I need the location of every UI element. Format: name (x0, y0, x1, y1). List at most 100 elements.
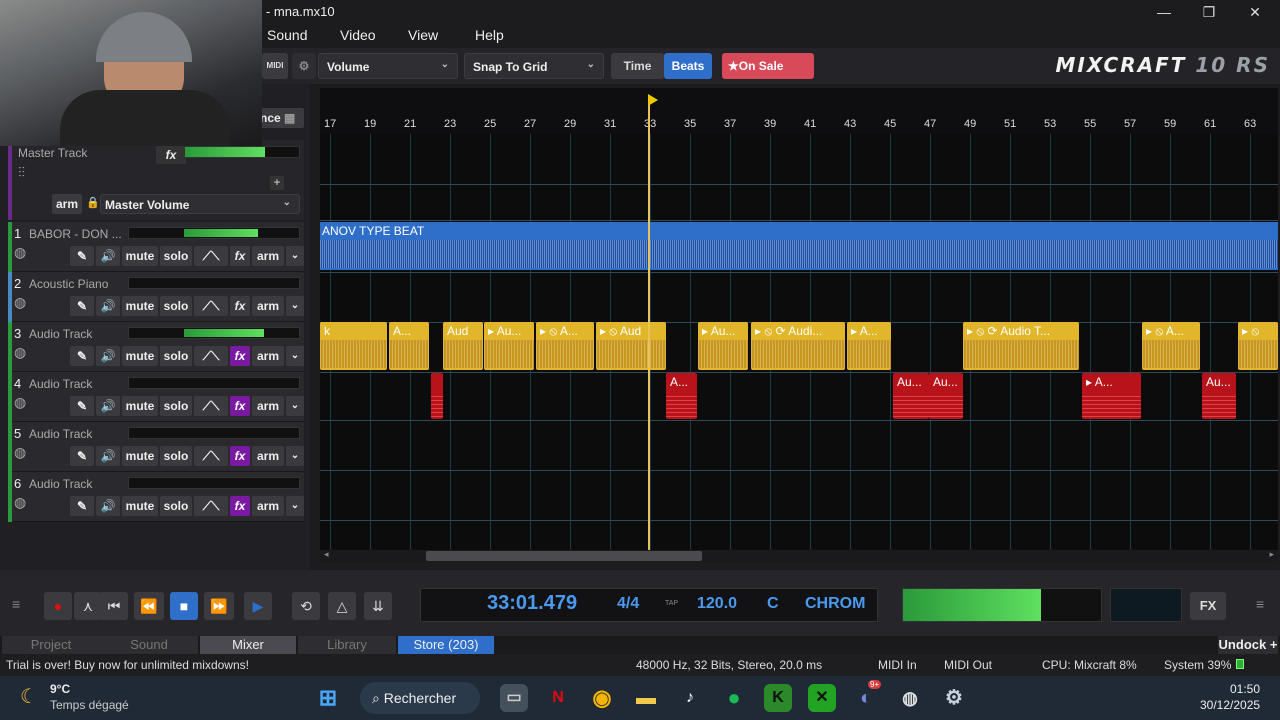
snap-combo[interactable]: Snap To Grid ⌄ (464, 53, 604, 79)
audio-clip[interactable] (431, 373, 443, 419)
settings-gear-icon[interactable]: ⚙ (940, 684, 968, 712)
track-volume-knob-icon[interactable]: ◍ (14, 244, 26, 261)
mute-button[interactable]: mute (122, 246, 158, 266)
clock-date[interactable]: 30/12/2025 (1200, 698, 1260, 712)
tab-project[interactable]: Project (2, 636, 100, 654)
track-name[interactable]: Audio Track (29, 327, 92, 341)
audio-clip[interactable]: ▸ A... (1082, 373, 1141, 419)
time-button[interactable]: Time (611, 53, 664, 79)
windows-start-icon[interactable]: ⊞ (314, 684, 342, 712)
solo-button[interactable]: solo (160, 296, 192, 316)
audio-clip[interactable]: k (320, 322, 387, 370)
track-fx-button[interactable]: fx (230, 396, 250, 416)
on-sale-button[interactable]: ★On Sale (722, 53, 814, 79)
arm-button[interactable]: arm (252, 446, 284, 466)
tempo-value[interactable]: 120.0 (697, 595, 737, 613)
track-row[interactable]: 3 Audio Track ◍ ✎ 🔊 mute solo ⟋⟍ fx arm ⌄ (8, 322, 304, 372)
master-volume-combo[interactable]: Master Volume ⌄ (100, 194, 300, 214)
mixer-sliders-icon[interactable]: ⫶⫶ (18, 164, 25, 181)
audio-clip[interactable]: Au... (1202, 373, 1236, 419)
solo-button[interactable]: solo (160, 246, 192, 266)
arm-button[interactable]: arm (252, 496, 284, 516)
audio-clip[interactable]: A... (666, 373, 697, 419)
timeline-ruler[interactable]: 17 19 21 23 25 27 29 31 33 35 37 39 41 43 45 47 49 51 53 55… (320, 88, 1278, 134)
track-row[interactable]: 5 Audio Track ◍ ✎ 🔊 mute solo ⟋⟍ fx arm ⌄ (8, 422, 304, 472)
master-fx-button[interactable]: fx (156, 146, 186, 164)
stop-button[interactable]: ■ (170, 592, 198, 620)
solo-button[interactable]: solo (160, 346, 192, 366)
loop-button[interactable]: ⟲ (292, 592, 320, 620)
mute-button[interactable]: mute (122, 496, 158, 516)
master-fx-button[interactable]: FX (1190, 592, 1226, 620)
clock-time[interactable]: 01:50 (1230, 682, 1260, 696)
menu-video[interactable]: Video (340, 27, 376, 43)
track-name[interactable]: Audio Track (29, 427, 92, 441)
hamburger-icon[interactable]: ≡ (12, 596, 20, 612)
track-fx-button[interactable]: fx (230, 496, 250, 516)
speaker-icon[interactable]: 🔊 (96, 446, 120, 466)
lock-icon[interactable]: 🔒 (86, 196, 100, 209)
audio-clip[interactable]: ▸ ⦸ ⟳ Audi... (751, 322, 845, 370)
chrome-icon[interactable]: ◉ (588, 684, 616, 712)
speaker-icon[interactable]: 🔊 (96, 246, 120, 266)
edit-pencil-icon[interactable]: ✎ (70, 246, 94, 266)
tab-mixer[interactable]: Mixer (200, 636, 296, 654)
chevron-down-icon[interactable]: ⌄ (286, 446, 304, 466)
chevron-down-icon[interactable]: ⌄ (286, 296, 304, 316)
automation-combo[interactable]: Volume ⌄ (318, 53, 458, 79)
chevron-down-icon[interactable]: ⌄ (286, 346, 304, 366)
tiktok-icon[interactable]: ♪ (676, 684, 704, 712)
scrollbar-thumb[interactable] (426, 551, 702, 561)
k-app-icon[interactable]: K (764, 684, 792, 712)
scroll-left-icon[interactable]: ◂ (324, 549, 329, 560)
track-fx-button[interactable]: fx (230, 346, 250, 366)
audio-clip[interactable]: ▸ ⦸ A... (1142, 322, 1200, 370)
edit-pencil-icon[interactable]: ✎ (70, 496, 94, 516)
playhead-flag-icon[interactable] (648, 94, 658, 106)
add-track-button[interactable]: + (270, 176, 284, 190)
close-button[interactable]: ✕ (1241, 2, 1269, 22)
tab-library[interactable]: Library (298, 636, 396, 654)
horizontal-scrollbar[interactable]: ◂ ▸ (320, 549, 1278, 562)
master-arm-button[interactable]: arm (52, 194, 82, 214)
playhead[interactable] (648, 96, 650, 550)
scale-value[interactable]: CHROM (805, 595, 865, 613)
track1-clip[interactable]: ANOV TYPE BEAT (320, 222, 1278, 270)
mute-button[interactable]: mute (122, 296, 158, 316)
track-row[interactable]: 6 Audio Track ◍ ✎ 🔊 mute solo ⟋⟍ fx arm ⌄ (8, 472, 304, 522)
arm-button[interactable]: arm (252, 246, 284, 266)
audio-clip[interactable]: ▸ ⦸ ⟳ Audio T... (963, 322, 1079, 370)
track-fx-button[interactable]: fx (230, 246, 250, 266)
arm-button[interactable]: arm (252, 296, 284, 316)
automation-icon[interactable]: ⟋⟍ (194, 246, 228, 266)
settings-gear-icon[interactable]: ⚙ (292, 53, 316, 79)
automation-icon[interactable]: ⟋⟍ (194, 346, 228, 366)
tab-store[interactable]: Store (203) (398, 636, 494, 654)
beats-button[interactable]: Beats (664, 53, 712, 79)
track-name[interactable]: Audio Track (29, 477, 92, 491)
metronome-button[interactable]: △ (328, 592, 356, 620)
mute-button[interactable]: mute (122, 346, 158, 366)
solo-button[interactable]: solo (160, 446, 192, 466)
track-volume-knob-icon[interactable]: ◍ (14, 444, 26, 461)
timeline-area[interactable] (320, 88, 1278, 550)
edit-pencil-icon[interactable]: ✎ (70, 446, 94, 466)
audio-clip[interactable]: Au... (929, 373, 963, 419)
taskbar-search[interactable]: ⌕ Rechercher (360, 682, 480, 714)
punch-button[interactable]: ⋏ (74, 592, 102, 620)
track-row[interactable]: 4 Audio Track ◍ ✎ 🔊 mute solo ⟋⟍ fx arm ⌄ (8, 372, 304, 422)
temperature[interactable]: 9°C (50, 682, 70, 696)
speaker-icon[interactable]: 🔊 (96, 396, 120, 416)
file-explorer-icon[interactable]: ▬ (632, 684, 660, 712)
automation-icon[interactable]: ⟋⟍ (194, 446, 228, 466)
solo-button[interactable]: solo (160, 396, 192, 416)
menu-sound[interactable]: Sound (267, 27, 307, 43)
audio-clip[interactable]: ▸ ⦸ A... (536, 322, 594, 370)
spotify-icon[interactable]: ● (720, 684, 748, 712)
audio-clip[interactable]: ▸ A... (847, 322, 891, 370)
arm-button[interactable]: arm (252, 396, 284, 416)
audio-clip[interactable]: ▸ Au... (698, 322, 748, 370)
mute-button[interactable]: mute (122, 396, 158, 416)
chevron-down-icon[interactable]: ⌄ (286, 246, 304, 266)
speaker-icon[interactable]: 🔊 (96, 496, 120, 516)
